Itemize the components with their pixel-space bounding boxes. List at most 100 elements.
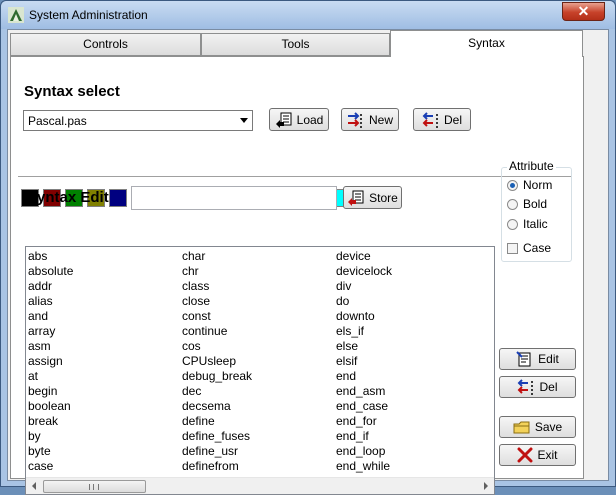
list-item[interactable]: do [336,294,392,309]
list-item[interactable]: addr [28,279,73,294]
syntax-file-combo[interactable]: Pascal.pas [23,110,253,131]
list-item[interactable]: cos [182,339,252,354]
list-item[interactable]: absolute [28,264,73,279]
delete-icon [518,379,534,395]
edit-icon [516,351,531,367]
keyword-list[interactable]: abs absolute addr alias and array asm assign at b… [25,246,495,495]
list-item[interactable]: els_if [336,324,392,339]
list-item[interactable]: define_usr [182,444,252,459]
case-checkbox[interactable] [507,243,518,254]
exit-label: Exit [537,448,558,462]
norm-radio[interactable] [507,180,518,191]
list-item[interactable]: by [28,429,73,444]
norm-label: Norm [523,178,553,192]
folder-icon [513,421,530,434]
client-area: Controls Tools Syntax Syntax select Pasc… [7,29,609,495]
save-button[interactable]: Save [499,416,576,438]
title-bar[interactable]: System Administration ✕ [1,1,615,29]
chevron-down-icon [240,118,248,123]
list-item[interactable]: close [182,294,252,309]
keyword-column-2: char chr class close const continue cos CPUslee… [182,249,252,474]
app-icon [8,7,24,23]
list-item[interactable]: and [28,309,73,324]
load-icon [275,112,292,128]
list-item[interactable]: char [182,249,252,264]
list-item[interactable]: CPUsleep [182,354,252,369]
syntax-edit-input[interactable] [131,186,337,210]
list-item[interactable]: break [28,414,73,429]
list-item[interactable]: debug_break [182,369,252,384]
tab-syntax[interactable]: Syntax [390,30,583,57]
list-item[interactable]: class [182,279,252,294]
tab-controls[interactable]: Controls [10,33,201,56]
store-label: Store [369,190,398,205]
del-label: Del [443,112,462,127]
list-item[interactable]: end_asm [336,384,392,399]
bold-label: Bold [523,197,548,211]
scroll-left-icon[interactable] [32,482,36,490]
tab-label: Controls [83,37,128,51]
list-item[interactable]: downto [336,309,392,324]
store-button[interactable]: Store [343,186,402,209]
new-button[interactable]: New [341,108,399,131]
close-icon [517,447,533,463]
list-item[interactable]: chr [182,264,252,279]
list-item[interactable]: end_loop [336,444,392,459]
list-item[interactable]: case [28,459,73,474]
new-icon [347,111,362,128]
list-item[interactable]: const [182,309,252,324]
edit-label: Edit [538,352,559,366]
list-item[interactable]: elsif [336,354,392,369]
save-label: Save [534,420,563,434]
list-item[interactable]: end_case [336,399,392,414]
syntax-file-value: Pascal.pas [28,114,87,128]
load-label: Load [296,112,324,127]
list-item[interactable]: define [182,414,252,429]
case-label: Case [523,241,552,255]
list-item[interactable]: device [336,249,392,264]
delete-button[interactable]: Del [499,376,576,398]
delete-syntax-button[interactable]: Del [413,108,471,131]
list-item[interactable]: byte [28,444,73,459]
tab-label: Tools [281,37,310,51]
list-item[interactable]: begin [28,384,73,399]
list-item[interactable]: boolean [28,399,73,414]
list-item[interactable]: end [336,369,392,384]
exit-button[interactable]: Exit [499,444,576,466]
separator [18,176,572,178]
syntax-select-label: Syntax select [24,83,120,100]
keyword-column-3: device devicelock div do downto els_if else els… [336,249,392,474]
list-item[interactable]: assign [28,354,73,369]
list-item[interactable]: end_for [336,414,392,429]
list-item[interactable]: alias [28,294,73,309]
attribute-title: Attribute [507,159,556,173]
list-item[interactable]: end_if [336,429,392,444]
bold-radio[interactable] [507,199,518,210]
italic-label: Italic [523,217,548,231]
list-item[interactable]: at [28,369,73,384]
list-item[interactable]: asm [28,339,73,354]
horizontal-scrollbar[interactable] [26,477,494,494]
list-item[interactable]: else [336,339,392,354]
close-icon: ✕ [577,3,590,19]
close-button[interactable]: ✕ [562,2,605,21]
list-item[interactable]: define_fuses [182,429,252,444]
tab-label: Syntax [468,36,505,50]
list-item[interactable]: div [336,279,392,294]
color-swatch[interactable] [109,189,127,207]
scroll-right-icon[interactable] [484,482,488,490]
italic-radio[interactable] [507,219,518,230]
list-item[interactable]: devicelock [336,264,392,279]
list-item[interactable]: decsema [182,399,252,414]
list-item[interactable]: end_while [336,459,392,474]
list-item[interactable]: abs [28,249,73,264]
window-title: System Administration [29,8,148,22]
store-icon [348,190,364,206]
list-item[interactable]: continue [182,324,252,339]
edit-button[interactable]: Edit [499,348,576,370]
load-button[interactable]: Load [269,108,329,131]
tab-tools[interactable]: Tools [201,33,390,56]
list-item[interactable]: dec [182,384,252,399]
list-item[interactable]: definefrom [182,459,252,474]
list-item[interactable]: array [28,324,73,339]
